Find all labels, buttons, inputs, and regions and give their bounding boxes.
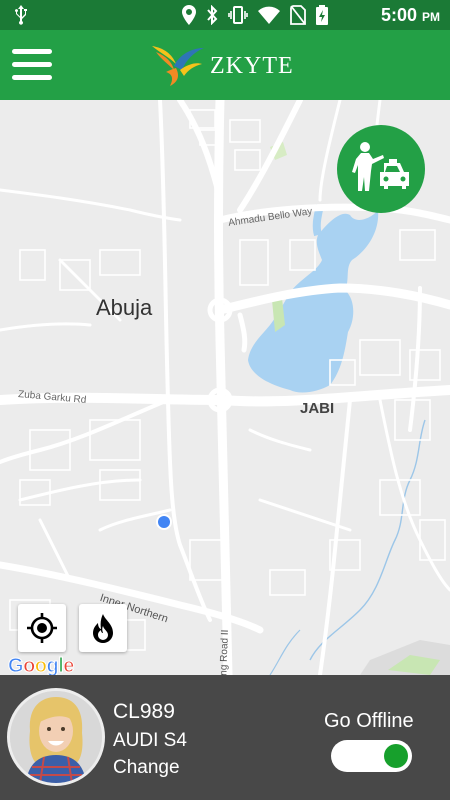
wifi-icon [258,6,280,24]
hail-taxi-icon [352,142,409,191]
no-sim-icon [290,5,306,25]
location-icon [182,5,196,25]
crosshair-icon [27,613,57,643]
go-offline-label: Go Offline [324,710,414,732]
vibrate-icon [228,6,248,24]
map-label-abuja: Abuja [96,295,153,320]
bluetooth-icon [207,5,218,25]
hotspot-button[interactable] [79,604,127,652]
app-title: ZKYTE [210,53,294,79]
battery-charging-icon [316,5,328,25]
my-location-button[interactable] [18,604,66,652]
status-bar: 5:00 PM [0,0,450,30]
change-car-link[interactable]: Change [113,757,180,779]
driver-panel: CL989 AUDI S4 Change Go Offline [0,675,450,800]
zkyte-logo [152,46,204,86]
hamburger-icon[interactable] [12,49,52,81]
driver-photo [10,691,102,783]
app-bar: ZKYTE [0,30,450,100]
hail-taxi-button[interactable] [337,125,425,213]
car-model: AUDI S4 [113,730,187,751]
status-icons [182,5,328,25]
clock: 5:00 PM [380,5,440,25]
car-plate: CL989 [113,700,175,723]
avatar[interactable] [7,688,105,786]
flame-icon [93,614,113,643]
usb-icon [15,5,27,25]
online-toggle[interactable] [331,740,412,772]
toggle-knob [384,744,408,768]
map-label-road: Ring Road II [218,629,231,675]
map-label-jabi: JABI [300,400,335,417]
